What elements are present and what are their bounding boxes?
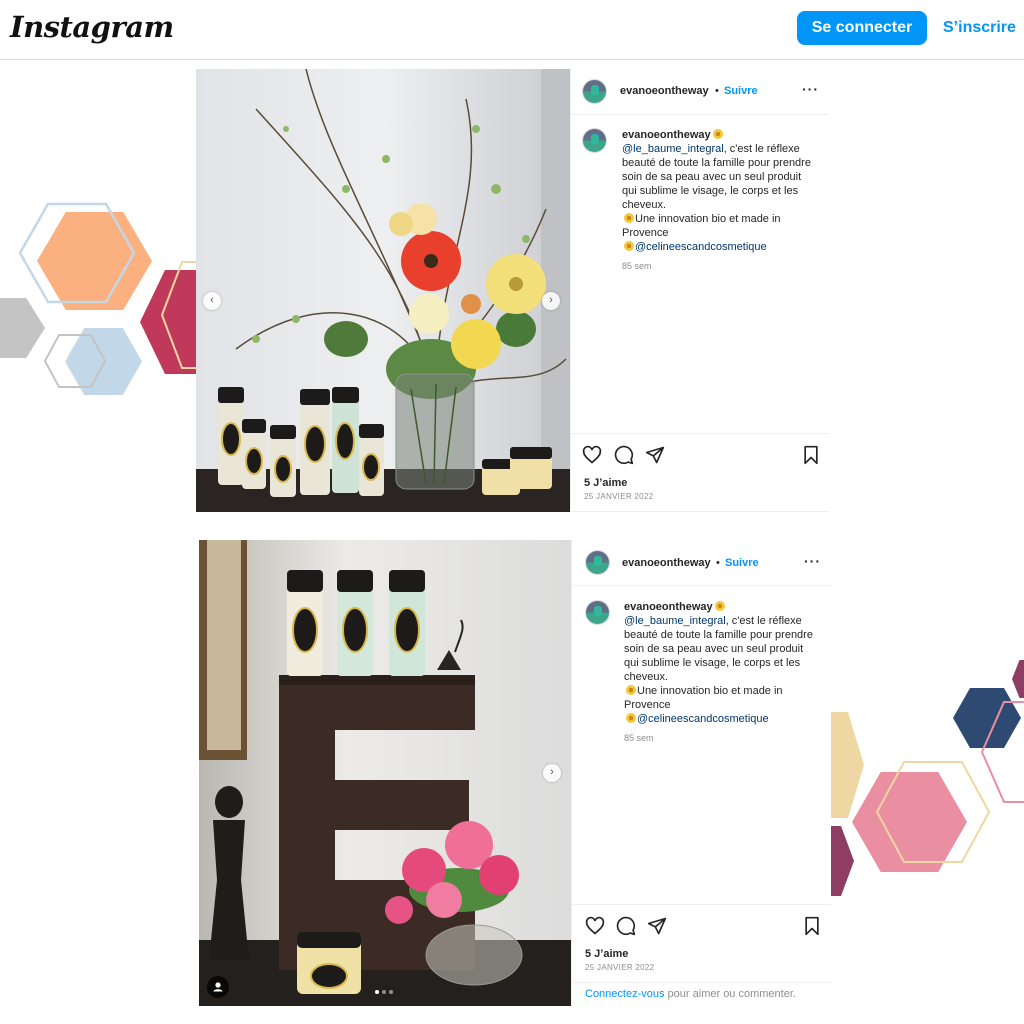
chevron-left-icon[interactable]: ‹ xyxy=(203,292,221,310)
login-button[interactable]: Se connecter xyxy=(797,11,927,45)
signup-link[interactable]: S’inscrire xyxy=(943,11,1016,45)
carousel-dot xyxy=(382,990,386,994)
flowers-product-photo xyxy=(196,69,570,512)
login-prompt-text: pour aimer ou commenter. xyxy=(664,988,796,1000)
post-actions-1: 5 J’aime 25 JANVIER 2022 xyxy=(571,433,829,512)
sun-emoji-icon xyxy=(626,713,636,723)
hexagon-outline-gray xyxy=(43,334,107,388)
carousel-dot xyxy=(389,990,393,994)
caption-avatar[interactable] xyxy=(582,128,607,153)
follow-button[interactable]: Suivre xyxy=(724,85,758,97)
comment-icon[interactable] xyxy=(616,916,636,936)
sun-emoji-icon xyxy=(712,129,723,139)
chevron-right-icon[interactable]: › xyxy=(543,764,561,782)
avatar[interactable] xyxy=(585,550,610,575)
divider xyxy=(572,982,831,983)
heart-icon[interactable] xyxy=(582,445,602,465)
caption-avatar[interactable] xyxy=(585,600,610,625)
bookmark-icon[interactable] xyxy=(803,916,821,936)
sun-emoji-icon xyxy=(714,601,725,611)
instagram-logo[interactable]: Instagram xyxy=(10,10,174,44)
post-panel-1: evanoeontheway • Suivre ··· evanoeonthew… xyxy=(570,69,829,512)
divider xyxy=(571,511,829,512)
user-tag-icon[interactable] xyxy=(207,976,229,998)
separator-dot: • xyxy=(715,85,719,97)
mention-link-2[interactable]: @celineescandcosmetique xyxy=(635,241,767,253)
hexagon-gray xyxy=(0,298,45,358)
chevron-right-icon[interactable]: › xyxy=(542,292,560,310)
post-date: 25 JANVIER 2022 xyxy=(584,492,654,501)
sun-emoji-icon xyxy=(626,685,636,695)
mention-link-2[interactable]: @celineescandcosmetique xyxy=(637,713,769,725)
comment-icon[interactable] xyxy=(614,445,634,465)
post-card-1: ‹ › evanoeontheway • Suivre ··· evanoeon… xyxy=(196,69,829,512)
post-username[interactable]: evanoeontheway xyxy=(622,557,711,569)
follow-button[interactable]: Suivre xyxy=(725,557,759,569)
post-photo-2[interactable]: › xyxy=(199,540,571,1006)
post-header-1: evanoeontheway • Suivre ··· xyxy=(571,69,829,115)
carousel-dots xyxy=(375,990,395,996)
sun-emoji-icon xyxy=(624,213,634,223)
caption-text-2: Une innovation bio et made in Provence xyxy=(624,685,783,711)
heart-icon[interactable] xyxy=(585,916,605,936)
hexagon-outline-blue xyxy=(18,202,136,304)
post-date: 25 JANVIER 2022 xyxy=(585,963,655,972)
hexagon-plum-top xyxy=(1012,660,1024,698)
hexagon-outline-beige-right xyxy=(875,761,991,863)
share-icon[interactable] xyxy=(647,916,667,936)
more-dots-icon[interactable]: ··· xyxy=(804,553,821,569)
login-prompt: Connectez-vous pour aimer ou commenter. xyxy=(585,988,796,1000)
avatar[interactable] xyxy=(582,79,607,104)
post-actions-2: 5 J’aime 25 JANVIER 2022 xyxy=(572,904,831,984)
post-time[interactable]: 85 sem xyxy=(624,733,654,743)
mention-link[interactable]: @le_baume_integral xyxy=(622,143,724,155)
caption-text-2: Une innovation bio et made in Provence xyxy=(622,213,781,239)
mention-link[interactable]: @le_baume_integral xyxy=(624,615,726,627)
post-time[interactable]: 85 sem xyxy=(622,261,652,271)
bookmark-icon[interactable] xyxy=(802,445,820,465)
post-username[interactable]: evanoeontheway xyxy=(620,85,709,97)
tulips-product-photo xyxy=(199,540,571,1006)
post-caption-2: evanoeontheway @le_baume_integral, c'est… xyxy=(624,600,819,726)
post-photo-1[interactable]: ‹ › xyxy=(196,69,570,512)
share-icon[interactable] xyxy=(645,445,665,465)
top-bar: Instagram Se connecter S’inscrire xyxy=(0,0,1024,60)
user-tag-icon-glyph xyxy=(213,982,223,992)
post-header-2: evanoeontheway • Suivre ··· xyxy=(572,540,831,586)
login-link[interactable]: Connectez-vous xyxy=(585,988,665,1000)
post-caption-1: evanoeontheway @le_baume_integral, c'est… xyxy=(622,128,817,254)
caption-username[interactable]: evanoeontheway xyxy=(622,129,711,141)
likes-count[interactable]: 5 J’aime xyxy=(585,948,628,960)
separator-dot: • xyxy=(716,557,720,569)
likes-count[interactable]: 5 J’aime xyxy=(584,477,627,489)
post-panel-2: evanoeontheway • Suivre ··· evanoeonthew… xyxy=(571,540,831,1006)
caption-username[interactable]: evanoeontheway xyxy=(624,601,713,613)
more-dots-icon[interactable]: ··· xyxy=(802,81,819,97)
post-card-2: › evanoeontheway • Suivre ··· evanoeonth… xyxy=(199,540,831,1006)
sun-emoji-icon xyxy=(624,241,634,251)
carousel-dot-active xyxy=(375,990,379,994)
